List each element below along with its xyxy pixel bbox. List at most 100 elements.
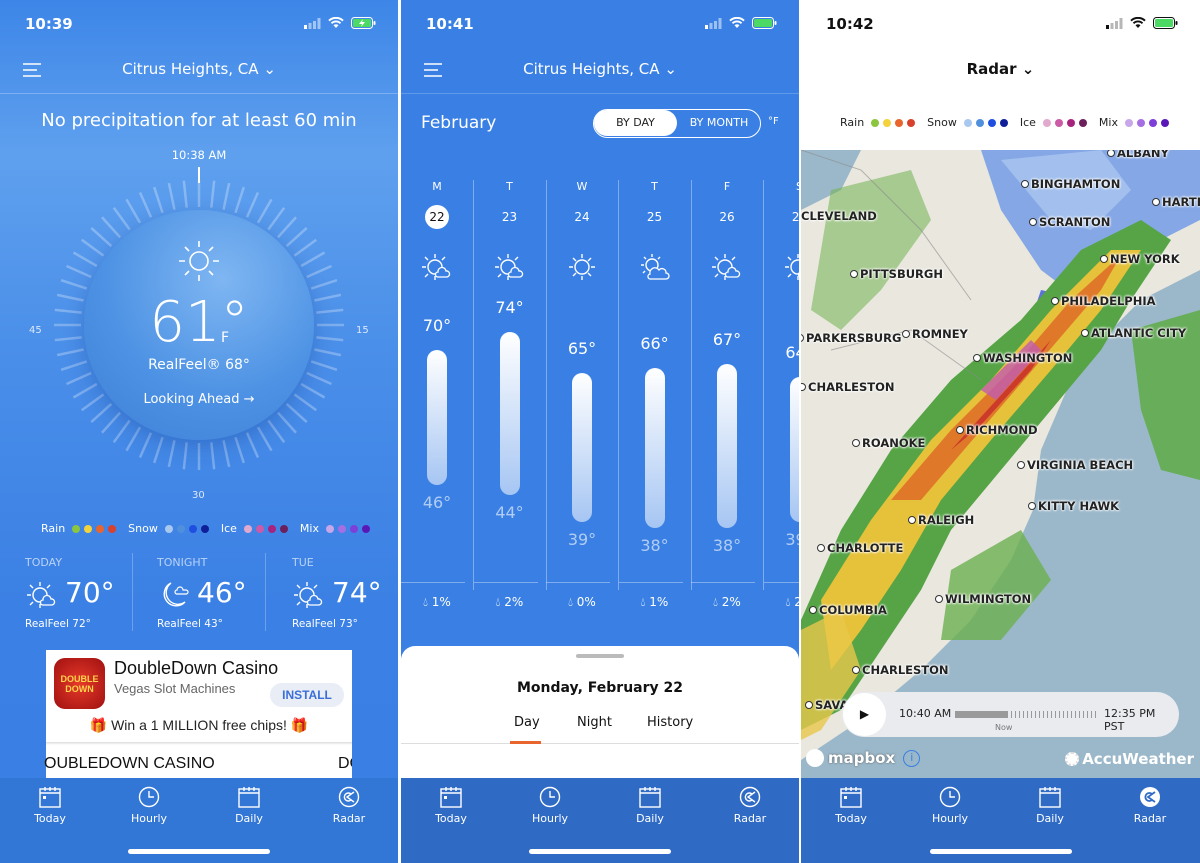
dial-tick <box>222 182 231 210</box>
day-column[interactable]: S 27 64° 39° 💧︎ 2% <box>763 180 799 614</box>
legend-swatch-rain <box>895 118 904 127</box>
day-date: 23 <box>501 210 518 224</box>
dial-tick <box>310 279 338 290</box>
radar-map[interactable]: ALBANY BINGHAMTON HARTF CLEVELAND SCRANTON NE… <box>801 150 1200 778</box>
city-dot <box>809 606 817 614</box>
city-name: CHARLESTON <box>862 663 949 677</box>
temp-range-bar <box>427 350 447 485</box>
dial-tick <box>267 419 286 444</box>
city-name: RALEIGH <box>918 513 975 527</box>
forecast-today[interactable]: TODAY 70° RealFeel 72° <box>25 556 155 630</box>
dial-tick <box>267 206 286 231</box>
tab-label: Daily <box>1036 812 1064 825</box>
tab-today[interactable]: Today <box>411 786 491 825</box>
forecast-tonight[interactable]: TONIGHT 46° RealFeel 43° <box>157 556 287 630</box>
tab-hourly[interactable]: Hourly <box>910 786 990 825</box>
play-button[interactable]: ▶ <box>843 693 886 736</box>
dial-tick <box>245 432 260 458</box>
low-temp: 39° <box>567 530 597 550</box>
day-of-week: W <box>576 180 588 193</box>
timeline-track[interactable] <box>955 711 1098 718</box>
looking-ahead-link[interactable]: Looking Ahead → <box>0 392 398 407</box>
legend-swatch-snow <box>188 524 197 533</box>
sun-cloud-icon <box>25 580 59 610</box>
tab-today[interactable]: Today <box>811 786 891 825</box>
legend-swatch-mix <box>1160 118 1169 127</box>
tab-radar[interactable]: Radar <box>710 786 790 825</box>
tab-daily[interactable]: Daily <box>1010 786 1090 825</box>
city-label: CHARLOTTE <box>817 541 903 555</box>
dial-label-30: 30 <box>192 490 205 501</box>
tab-hourly[interactable]: Hourly <box>109 786 189 825</box>
day-column[interactable]: T 25 66° 38° 💧︎ 1% <box>618 180 691 614</box>
location-selector[interactable]: Citrus Heights, CA ⌄ <box>0 60 398 78</box>
radar-title-selector[interactable]: Radar ⌄ <box>801 60 1200 78</box>
day-column[interactable]: W 24 65° 39° 💧︎ 0% <box>546 180 618 614</box>
calendar-icon <box>1038 786 1062 808</box>
view-toggle: BY DAY BY MONTH <box>593 109 761 138</box>
ad-install-button[interactable]: INSTALL <box>270 683 344 707</box>
dial-tick <box>256 198 273 224</box>
tab-radar[interactable]: Radar <box>309 786 389 825</box>
precip-legend: Rain Snow Ice Mix <box>41 522 370 535</box>
location-selector[interactable]: Citrus Heights, CA ⌄ <box>401 60 799 78</box>
city-label: PHILADELPHIA <box>1051 294 1156 308</box>
signal-icon <box>1106 17 1123 29</box>
battery-charging-icon <box>1153 17 1178 29</box>
radar-icon <box>738 786 762 808</box>
dial-tick <box>101 411 121 434</box>
location-name: Citrus Heights, CA <box>523 60 660 78</box>
forecast-realfeel: RealFeel 73° <box>292 618 358 630</box>
mapbox-attribution[interactable]: mapbox i <box>806 749 921 767</box>
city-name: WASHINGTON <box>983 351 1073 365</box>
sheet-tab-night[interactable]: Night <box>577 715 612 730</box>
dial-tick <box>138 432 153 458</box>
tab-label: Radar <box>332 812 366 825</box>
tab-hourly[interactable]: Hourly <box>510 786 590 825</box>
sun-clouds-icon <box>493 252 527 282</box>
low-temp: 38° <box>640 535 669 555</box>
city-name: HARTF <box>1162 195 1200 209</box>
day-column[interactable]: M 22 70° 46° 💧︎ 1% <box>401 180 473 614</box>
city-label: ALBANY <box>1107 150 1169 160</box>
toggle-by-day[interactable]: BY DAY <box>594 110 677 136</box>
battery-charging-icon <box>752 17 777 29</box>
ad-banner[interactable]: DOUBLE DOWN DoubleDown Casino Vegas Slot … <box>44 650 352 778</box>
info-icon[interactable]: i <box>903 749 921 767</box>
legend-label-snow: Snow <box>128 522 158 535</box>
tab-label: Hourly <box>130 812 168 825</box>
day-column[interactable]: F 26 67° 38° 💧︎ 2% <box>691 180 763 614</box>
sheet-tab-day[interactable]: Day <box>514 715 540 730</box>
city-dot <box>852 666 860 674</box>
city-dot <box>935 595 943 603</box>
timeline-progress <box>955 711 1008 718</box>
moon-cloud-icon <box>163 582 189 607</box>
high-temp: 70° <box>422 316 452 335</box>
player-start-time: 10:40 AM <box>899 707 952 720</box>
city-dot <box>1017 461 1025 469</box>
tab-daily[interactable]: Daily <box>209 786 289 825</box>
forecast-tue[interactable]: TUE 74° RealFeel 73° <box>292 556 398 630</box>
tab-today[interactable]: Today <box>10 786 90 825</box>
clock-icon <box>538 786 562 808</box>
day-column[interactable]: T 23 74° 44° 💧︎ 2% <box>473 180 546 614</box>
city-label: CHARLESTON <box>852 663 949 677</box>
dial-tick <box>66 371 92 386</box>
day-of-week: S <box>764 180 799 193</box>
city-dot <box>817 544 825 552</box>
toggle-by-month[interactable]: BY MONTH <box>678 110 760 136</box>
precip-value: 2% <box>504 595 524 609</box>
sun-cloud-icon <box>710 252 744 282</box>
sheet-handle[interactable] <box>576 654 624 658</box>
legend-label-snow: Snow <box>927 116 957 129</box>
tab-radar[interactable]: Radar <box>1110 786 1190 825</box>
status-time: 10:42 <box>826 15 874 33</box>
temperature-value: 61° <box>149 290 249 355</box>
sheet-tab-history[interactable]: History <box>647 715 693 730</box>
tab-bar: Today Hourly Daily Radar <box>0 778 398 863</box>
calendar-today-icon <box>38 786 62 808</box>
legend-swatch-snow <box>999 118 1008 127</box>
tab-daily[interactable]: Daily <box>610 786 690 825</box>
city-label: ROANOKE <box>852 436 925 450</box>
city-label: RALEIGH <box>908 513 974 527</box>
